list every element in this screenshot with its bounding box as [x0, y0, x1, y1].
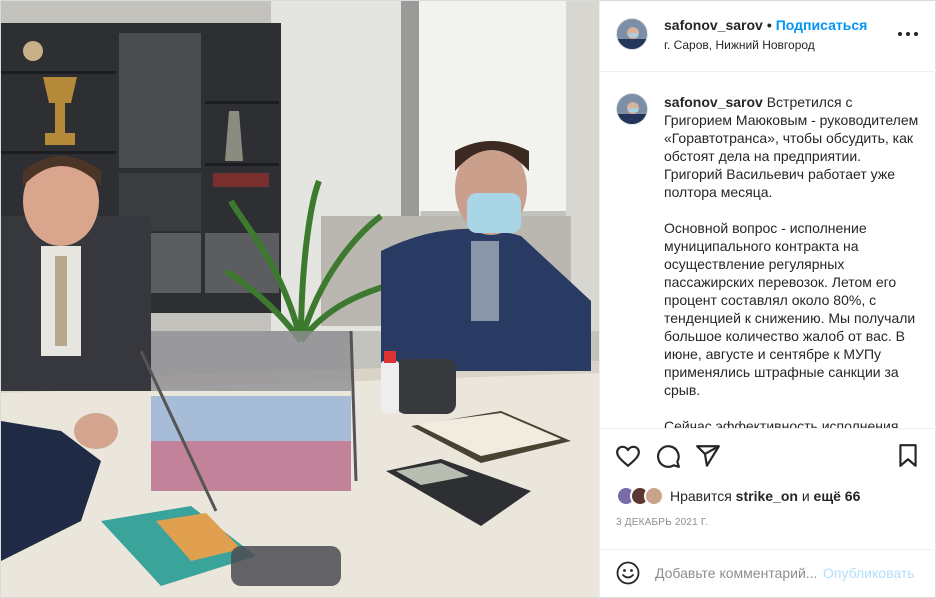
post-side-panel: safonov_sarov • Подписаться г. Саров, Нижн…: [599, 1, 936, 597]
save-icon[interactable]: [895, 443, 921, 469]
post-header: safonov_sarov • Подписаться г. Саров, Нижн…: [600, 1, 936, 72]
comment-input[interactable]: [655, 562, 820, 584]
action-bar: [600, 431, 936, 481]
likes-row: Нравится strike_on и ещё 66: [616, 485, 860, 507]
likes-others[interactable]: ещё 66: [814, 488, 861, 504]
location-link[interactable]: г. Саров, Нижний Новгород: [664, 38, 815, 52]
avatar-image: [617, 94, 647, 124]
comment-box: Опубликовать: [600, 549, 936, 597]
meeting-photo: [1, 1, 599, 597]
more-icon[interactable]: [898, 29, 918, 39]
avatar[interactable]: [616, 18, 648, 50]
caption-username[interactable]: safonov_sarov: [664, 94, 763, 110]
caption-avatar[interactable]: [616, 93, 648, 125]
avatar-image: [617, 19, 647, 49]
instagram-post: safonov_sarov • Подписаться г. Саров, Нижн…: [0, 0, 936, 598]
publish-button[interactable]: Опубликовать: [823, 565, 915, 581]
header-user-line: safonov_sarov • Подписаться: [664, 17, 867, 33]
likes-prefix: Нравится: [670, 488, 732, 504]
caption-area: safonov_sarov Встретился с Григорием Маю…: [600, 73, 936, 429]
share-icon[interactable]: [695, 443, 721, 469]
like-icon[interactable]: [615, 443, 641, 469]
emoji-icon[interactable]: [616, 561, 640, 585]
caption-paragraph: safonov_sarov Встретился с Григорием Маю…: [664, 93, 922, 201]
likes-middle: и: [801, 488, 810, 504]
likes-user[interactable]: strike_on: [736, 488, 798, 504]
comment-icon[interactable]: [655, 443, 681, 469]
caption-text: safonov_sarov Встретился с Григорием Маю…: [664, 93, 922, 429]
post-photo[interactable]: [1, 1, 599, 597]
header-username[interactable]: safonov_sarov: [664, 17, 763, 33]
follow-button[interactable]: Подписаться: [776, 17, 868, 33]
liker-avatar[interactable]: [644, 486, 664, 506]
header-separator: •: [766, 17, 772, 33]
caption-paragraph: Основной вопрос - исполнение муниципальн…: [664, 220, 916, 398]
likes-text: Нравится strike_on и ещё 66: [670, 488, 860, 504]
post-date[interactable]: 3 ДЕКАБРЬ 2021 Г.: [616, 517, 708, 528]
caption-paragraph: Сейчас эффективность исполнения: [664, 418, 899, 429]
